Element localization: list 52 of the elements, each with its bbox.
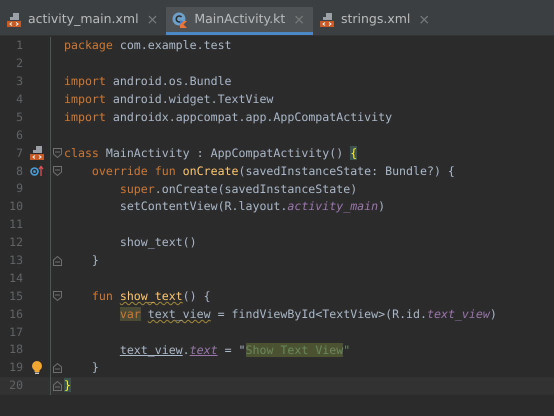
line-number: 7: [15, 144, 23, 162]
layout-file-icon: [28, 145, 44, 162]
file-tab[interactable]: strings.xml ×: [312, 7, 438, 35]
line-number: 19: [8, 359, 23, 376]
tab-label: activity_main.xml: [28, 10, 139, 28]
line-number: 10: [8, 198, 23, 216]
code-line: fun show_text() {: [90, 288, 211, 305]
code-line: import android.os.Bundle: [64, 73, 232, 90]
close-tab-button[interactable]: ×: [416, 12, 432, 26]
line-number: 13: [8, 252, 23, 269]
code-line: package com.example.test: [64, 37, 232, 54]
line-number: 5: [15, 108, 23, 126]
layout-file-icon: [6, 12, 22, 28]
code-line: super.onCreate(savedInstanceState): [118, 180, 358, 198]
override-marker-icon: [30, 165, 44, 178]
fold-marker-icon[interactable]: [53, 148, 62, 158]
line-number: 17: [8, 324, 23, 341]
fold-marker-icon[interactable]: [53, 166, 62, 176]
code-line: class MainActivity : AppCompatActivity() {: [64, 144, 358, 162]
fold-marker-icon[interactable]: [53, 380, 62, 391]
line-number: 6: [15, 126, 23, 144]
line-number: 4: [15, 90, 23, 108]
line-number: 16: [8, 306, 23, 323]
code-line: }: [90, 252, 99, 270]
file-tab[interactable]: MainActivity.kt ×: [166, 7, 313, 35]
file-tab[interactable]: activity_main.xml ×: [0, 7, 166, 35]
code-line: }: [90, 359, 99, 376]
line-number: 2: [15, 55, 23, 72]
code-line: var text_view = findViewById<TextView>(R.id.text_view): [118, 306, 497, 323]
fold-marker-icon[interactable]: [53, 362, 62, 373]
lightbulb-icon[interactable]: [30, 360, 42, 375]
fold-marker-icon[interactable]: [53, 291, 62, 302]
code-line: show_text(): [118, 234, 197, 252]
code-line: override fun onCreate(savedInstanceState: Bundle?) {: [90, 162, 455, 180]
line-number: 3: [15, 73, 23, 90]
code-line: import androidx.appcompat.app.AppCompatActivity: [64, 109, 392, 126]
line-number: 12: [8, 234, 23, 252]
layout-file-icon: [318, 12, 335, 28]
fold-marker-icon[interactable]: [53, 256, 62, 266]
line-number: 1: [15, 37, 23, 54]
line-number: 8: [15, 162, 23, 180]
line-number: 18: [8, 341, 23, 358]
line-number: 11: [8, 216, 23, 234]
line-number: 9: [15, 180, 23, 198]
tab-label: MainActivity.kt: [194, 10, 286, 28]
code-line: setContentView(R.layout.activity_main): [118, 198, 386, 216]
tab-label: strings.xml: [340, 10, 410, 28]
close-tab-button[interactable]: ×: [144, 12, 160, 26]
kotlin-class-icon: [172, 12, 188, 28]
line-number: 14: [8, 270, 23, 287]
code-line: import android.widget.TextView: [64, 91, 274, 108]
line-number: 15: [8, 288, 23, 305]
